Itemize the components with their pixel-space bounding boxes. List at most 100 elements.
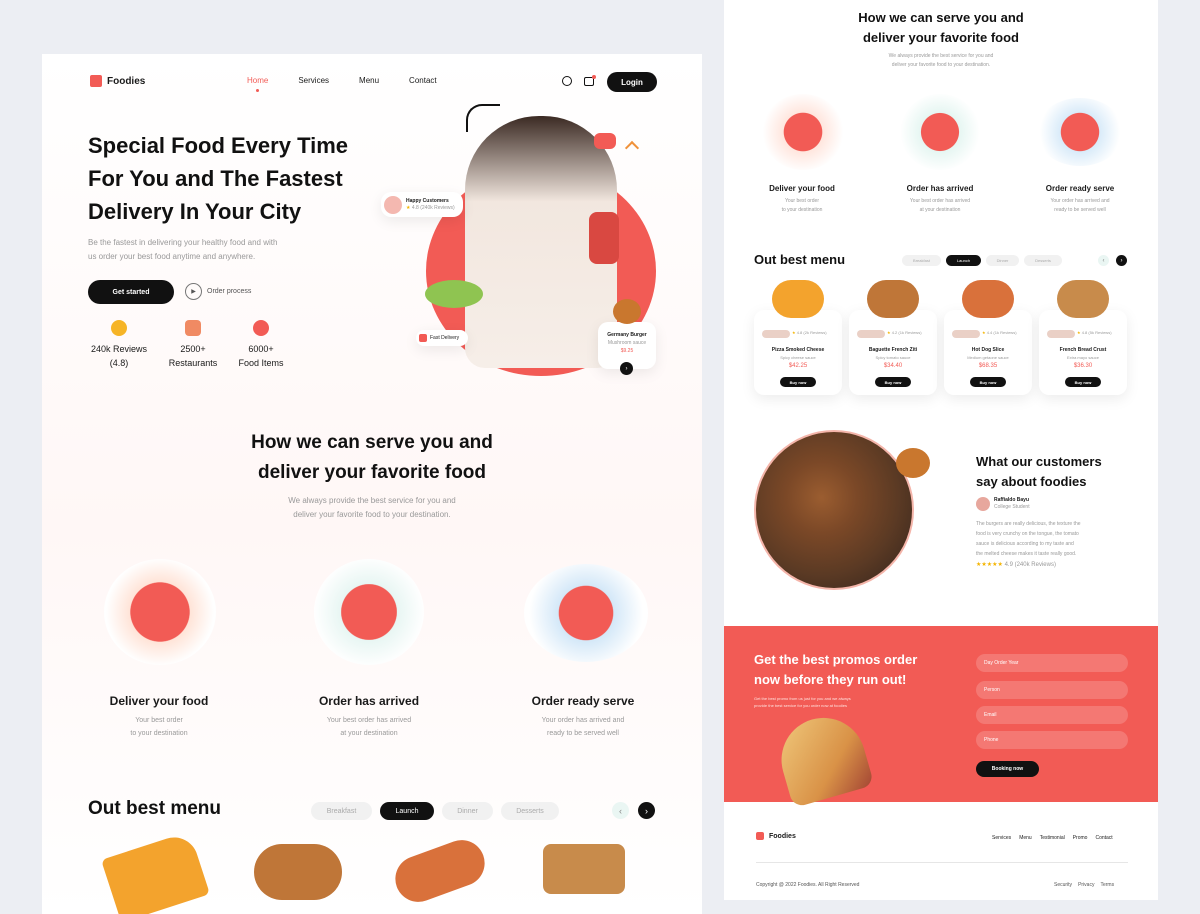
review-count: (240k Reviews) bbox=[1014, 562, 1056, 568]
fast-delivery-card: Fast Delivery bbox=[416, 330, 468, 346]
footer-divider bbox=[756, 862, 1128, 863]
serve-title-line: How we can serve you and bbox=[858, 10, 1024, 25]
juice-jar-image bbox=[589, 212, 619, 264]
deliver-food-illustration bbox=[104, 559, 216, 665]
menu-rating-value: 4.8 bbox=[1081, 330, 1088, 335]
booking-now-button[interactable]: Booking now bbox=[976, 761, 1039, 777]
menu-rating-value: 4.8 bbox=[796, 330, 803, 335]
buy-now-button[interactable]: Buy now bbox=[970, 377, 1006, 387]
scooter-icon bbox=[419, 334, 427, 342]
serve-item-deliver-right: Deliver your food Your best order to your… bbox=[742, 184, 862, 215]
food-image bbox=[962, 280, 1014, 318]
next-arrow-icon[interactable]: › bbox=[1116, 255, 1127, 266]
reviewer-avatars bbox=[762, 330, 790, 338]
deliver-food-illustration bbox=[762, 94, 844, 170]
tab-dinner[interactable]: Dinner bbox=[986, 255, 1019, 266]
burger-fries-image bbox=[754, 430, 914, 590]
serve-item-title: Order ready serve bbox=[531, 694, 635, 708]
search-icon[interactable] bbox=[562, 76, 572, 86]
stat-value: 2500+ bbox=[180, 344, 206, 354]
customers-reviews: (240k Reviews) bbox=[420, 204, 455, 211]
rating-value: 4.9 bbox=[1004, 562, 1013, 568]
serve-item-deliver: Deliver your food Your best order to your… bbox=[84, 694, 234, 740]
footer-logo[interactable]: Foodies bbox=[756, 832, 796, 840]
promo-section: Get the best promos order now before the… bbox=[724, 626, 1158, 809]
menu-item-name: French Bread Crust bbox=[1059, 347, 1107, 353]
privacy-link[interactable]: Privacy bbox=[1078, 882, 1094, 888]
tab-desserts[interactable]: Desserts bbox=[501, 802, 559, 820]
buy-now-button[interactable]: Buy now bbox=[780, 377, 816, 387]
order-process-link[interactable]: ▶ Order process bbox=[185, 283, 251, 300]
food-image bbox=[772, 280, 824, 318]
serve-title-line: deliver your favorite food bbox=[257, 462, 487, 483]
testimonial-title-line: What our customers bbox=[976, 454, 1102, 469]
menu-item-desc: Medium getaone sauce bbox=[967, 355, 1009, 360]
brand-logo[interactable]: Foodies bbox=[90, 75, 145, 87]
tab-desserts[interactable]: Desserts bbox=[1024, 255, 1062, 266]
person-field[interactable]: Person bbox=[976, 681, 1128, 699]
next-arrow-icon[interactable]: › bbox=[638, 802, 655, 819]
serve-item-desc: Your best order bbox=[784, 198, 819, 204]
testimonial-rating: ★★★★★ 4.9 (240k Reviews) bbox=[976, 561, 1056, 568]
next-arrow-icon[interactable]: › bbox=[620, 362, 633, 375]
stat-label: (4.8) bbox=[109, 358, 129, 368]
nav-contact[interactable]: Contact bbox=[409, 76, 437, 85]
previous-arrow-icon[interactable]: ‹ bbox=[612, 802, 629, 819]
stat-value: 6000+ bbox=[248, 344, 274, 354]
tab-breakfast[interactable]: Breakfast bbox=[311, 802, 372, 820]
tab-launch[interactable]: Launch bbox=[946, 255, 981, 266]
login-button[interactable]: Login bbox=[607, 72, 657, 92]
get-started-button[interactable]: Get started bbox=[88, 280, 174, 304]
footer-link-promo[interactable]: Promo bbox=[1073, 835, 1088, 841]
food-image bbox=[1057, 280, 1109, 318]
menu-heading-right: Out best menu bbox=[754, 252, 846, 267]
buy-now-button[interactable]: Buy now bbox=[875, 377, 911, 387]
security-link[interactable]: Security bbox=[1054, 882, 1072, 888]
menu-heading: Out best menu bbox=[88, 798, 222, 819]
menu-review-count: (5k Reviews) bbox=[1088, 330, 1112, 335]
order-ready-illustration bbox=[1036, 98, 1124, 166]
serve-item-desc: Your order has arrived and bbox=[1050, 198, 1110, 204]
serve-item-desc: at your destination bbox=[919, 207, 961, 213]
footer-links: Services Menu Testimonial Promo Contact bbox=[992, 835, 1113, 841]
nav-services[interactable]: Services bbox=[298, 76, 329, 85]
serve-heading-right: How we can serve you and deliver your fa… bbox=[816, 8, 1066, 48]
serve-item-title: Deliver your food bbox=[109, 694, 209, 708]
stat-label: Food Items bbox=[238, 358, 284, 368]
menu-review-count: (2k Reviews) bbox=[803, 330, 827, 335]
footer-link-menu[interactable]: Menu bbox=[1019, 835, 1032, 841]
nav-menu[interactable]: Menu bbox=[359, 76, 379, 85]
serve-item-title: Order ready serve bbox=[1045, 184, 1115, 193]
heart-bubble-icon bbox=[594, 133, 616, 149]
phone-field-label: Phone bbox=[984, 737, 999, 743]
terms-link[interactable]: Terms bbox=[1100, 882, 1114, 888]
email-field[interactable]: Email bbox=[976, 706, 1128, 724]
serve-item-desc: to your destination bbox=[130, 730, 188, 737]
reviewer-avatars bbox=[952, 330, 980, 338]
hero-subtitle: Be the fastest in delivering your health… bbox=[88, 236, 348, 264]
customers-title: Happy Customers bbox=[406, 197, 449, 204]
previous-arrow-icon[interactable]: ‹ bbox=[1098, 255, 1109, 266]
date-field[interactable]: Day Order Year bbox=[976, 654, 1128, 672]
active-nav-dot bbox=[256, 89, 259, 92]
tab-breakfast[interactable]: Breakfast bbox=[902, 255, 941, 266]
wrap-image bbox=[771, 707, 875, 809]
stat-food-items: 6000+ Food Items bbox=[230, 320, 292, 370]
serve-item-title: Deliver your food bbox=[769, 184, 835, 193]
nav-home[interactable]: Home bbox=[247, 76, 268, 85]
author-avatar bbox=[976, 497, 990, 511]
star-icon: ★ bbox=[1077, 330, 1081, 335]
hero-title: Special Food Every Time For You and The … bbox=[88, 129, 348, 228]
footer-link-testimonial[interactable]: Testimonial bbox=[1040, 835, 1065, 841]
date-field-label: Day Order Year bbox=[984, 660, 1019, 666]
footer-link-services[interactable]: Services bbox=[992, 835, 1011, 841]
serve-item-title: Order has arrived bbox=[906, 184, 974, 193]
phone-field[interactable]: Phone bbox=[976, 731, 1128, 749]
serve-subtitle-line: deliver your favorite food to your desti… bbox=[891, 62, 991, 68]
footer-link-contact[interactable]: Contact bbox=[1095, 835, 1112, 841]
tab-launch[interactable]: Launch bbox=[380, 802, 434, 820]
reviewer-avatars bbox=[857, 330, 885, 338]
cart-badge-dot bbox=[592, 75, 596, 79]
buy-now-button[interactable]: Buy now bbox=[1065, 377, 1101, 387]
tab-dinner[interactable]: Dinner bbox=[442, 802, 493, 820]
